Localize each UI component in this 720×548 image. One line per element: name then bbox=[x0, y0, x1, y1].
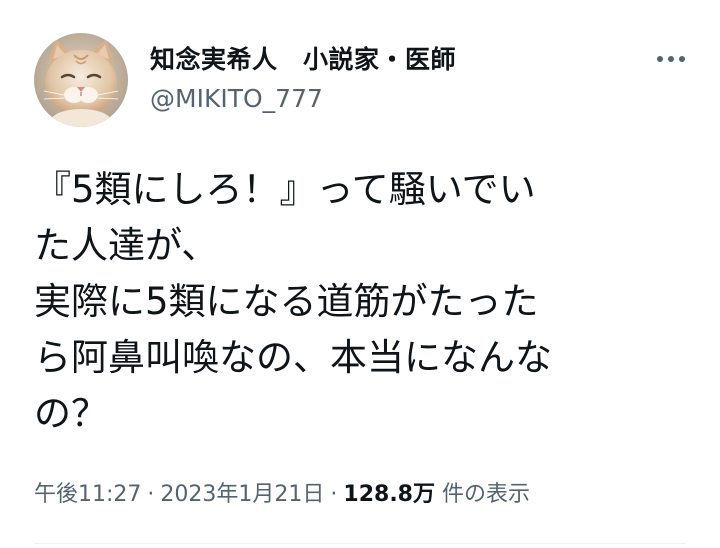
tweet-text-line: た人達が、 bbox=[34, 224, 219, 267]
tweet: 知念実希人 小説家・医師 @MIKITO_777 『5類にしろ！』って騒いでい … bbox=[0, 0, 720, 548]
views-label: 件の表示 bbox=[441, 482, 530, 507]
meta-separator: · bbox=[330, 482, 338, 507]
user-handle[interactable]: @MIKITO_777 bbox=[150, 84, 323, 113]
cat-avatar-image bbox=[34, 33, 128, 127]
tweet-text: 『5類にしろ！』って騒いでい た人達が、 実際に5類になる道筋がたった ら阿鼻叫… bbox=[34, 162, 684, 442]
divider bbox=[34, 543, 686, 544]
display-name[interactable]: 知念実希人 小説家・医師 bbox=[150, 40, 456, 76]
tweet-text-line: の？ bbox=[34, 392, 108, 435]
tweet-time[interactable]: 午後11:27 bbox=[34, 482, 141, 507]
tweet-text-line: 実際に5類になる道筋がたった bbox=[34, 280, 539, 323]
tweet-text-line: ら阿鼻叫喚なの、本当になんな bbox=[34, 336, 552, 379]
tweet-date[interactable]: 2023年1月21日 bbox=[160, 482, 324, 507]
meta-separator: · bbox=[147, 482, 155, 507]
tweet-text-line: 『5類にしろ！』って騒いでい bbox=[34, 168, 536, 211]
views-count: 128.8万 bbox=[343, 482, 435, 507]
avatar[interactable] bbox=[34, 33, 128, 127]
more-options-button[interactable] bbox=[650, 40, 692, 78]
tweet-meta: 午後11:27 · 2023年1月21日 · 128.8万 件の表示 bbox=[34, 476, 530, 508]
more-horizontal-icon bbox=[657, 56, 685, 62]
